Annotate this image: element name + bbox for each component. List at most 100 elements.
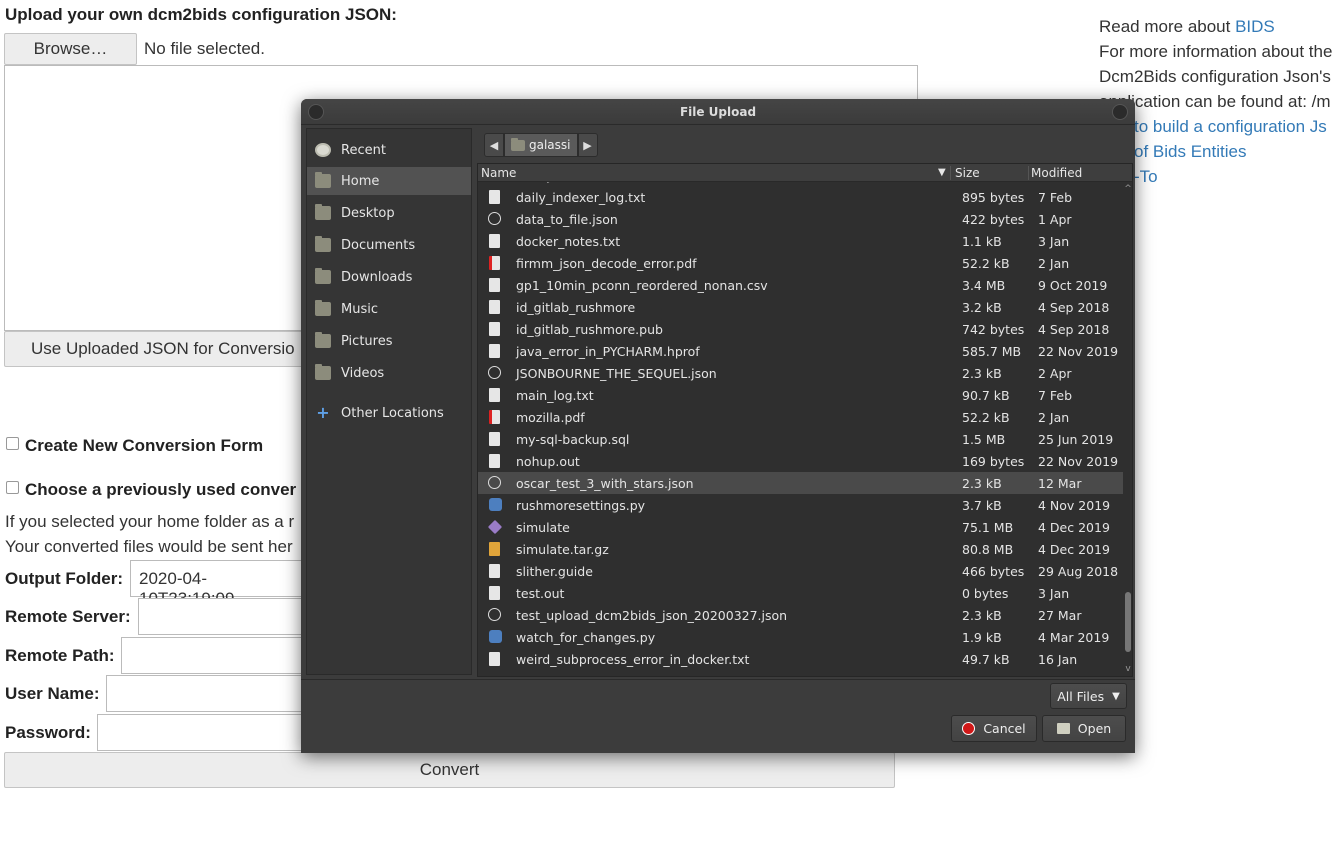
file-row[interactable]: slither.guide 466 bytes 29 Aug 2018: [478, 560, 1123, 582]
file-name: JSONBOURNE_THE_SEQUEL.json: [516, 366, 717, 381]
dialog-titlebar[interactable]: File Upload: [301, 99, 1135, 125]
scroll-up-icon[interactable]: ^: [1123, 184, 1132, 194]
use-uploaded-json-button[interactable]: Use Uploaded JSON for Conversio: [4, 331, 304, 367]
file-row[interactable]: test_upload_dcm2bids_json_20200327.json 2…: [478, 604, 1123, 626]
sidebar-item-label: Recent: [341, 142, 386, 158]
bids-link[interactable]: BIDS: [1235, 17, 1275, 36]
maximize-window-icon[interactable]: [1112, 104, 1128, 120]
file-name: simulate: [516, 520, 570, 535]
file-row[interactable]: java_error_in_PYCHARM.hprof 585.7 MB 22 No…: [478, 340, 1123, 362]
choose-previous-checkbox[interactable]: [6, 481, 19, 494]
sidebar-item-home[interactable]: Home: [307, 167, 471, 195]
sidebar-item-music[interactable]: Music: [307, 295, 471, 323]
file-name: simulate.tar.gz: [516, 542, 609, 557]
user-name-label: User Name:: [5, 684, 100, 703]
sidebar-item-label: Other Locations: [341, 405, 444, 421]
file-row[interactable]: data_to_file.json 422 bytes 1 Apr: [478, 208, 1123, 230]
py-file-icon: [489, 498, 502, 511]
file-row[interactable]: test.out 0 bytes 3 Jan: [478, 582, 1123, 604]
file-row[interactable]: weird_subprocess_error_in_docker.txt 49.7…: [478, 648, 1123, 670]
sidebar-item-label: Downloads: [341, 269, 413, 285]
file-size: 895 bytes: [962, 190, 1025, 205]
remote-server-input[interactable]: [138, 598, 310, 635]
file-filter-label: All Files: [1057, 688, 1105, 704]
py-file-icon: [489, 630, 502, 643]
file-name: id_gitlab_rushmore: [516, 300, 636, 315]
choose-previous-label: Choose a previously used conver: [25, 480, 297, 499]
file-modified: 3 Jan: [1038, 586, 1070, 601]
file-size: 4.8 kB: [962, 182, 1002, 183]
file-row[interactable]: nohup.out 169 bytes 22 Nov 2019: [478, 450, 1123, 472]
convert-button[interactable]: Convert: [4, 752, 895, 788]
file-name: firmm_json_decode_error.pdf: [516, 256, 697, 271]
file-row[interactable]: my-sql-backup.sql 1.5 MB 25 Jun 2019: [478, 428, 1123, 450]
file-list-scrollbar[interactable]: ^ v: [1123, 182, 1132, 676]
file-row[interactable]: main_log.txt 90.7 kB 7 Feb: [478, 384, 1123, 406]
file-size: 466 bytes: [962, 564, 1025, 579]
column-size-header[interactable]: Size: [955, 166, 980, 180]
open-button[interactable]: Open: [1042, 715, 1126, 742]
pictures-folder-icon: [315, 332, 331, 348]
file-size: 0 bytes: [962, 586, 1009, 601]
how-to-link[interactable]: -To: [1134, 164, 1158, 189]
sidebar-item-pictures[interactable]: Pictures: [307, 327, 471, 355]
downloads-folder-icon: [315, 268, 331, 284]
file-modified: 9 Oct 2019: [1038, 278, 1108, 293]
file-row[interactable]: simulate 75.1 MB 4 Dec 2019: [478, 516, 1123, 538]
info-side-line-2: For more information about the: [1099, 42, 1333, 61]
path-current-folder[interactable]: galassi: [504, 133, 578, 157]
user-name-input[interactable]: [106, 675, 310, 712]
chevron-down-icon: ▼: [1112, 690, 1120, 702]
file-modified: 1 Apr: [1038, 212, 1072, 227]
sidebar-item-label: Desktop: [341, 205, 395, 221]
scroll-down-icon[interactable]: v: [1123, 664, 1132, 674]
column-name-header[interactable]: Name: [481, 166, 516, 180]
browse-button[interactable]: Browse…: [4, 33, 137, 65]
output-folder-input[interactable]: 2020-04-10T23:19:09: [130, 560, 310, 608]
file-rows-viewport[interactable]: bashy.sh 4.8 kB 15 Dec 2019 daily_indexer_l…: [478, 182, 1123, 676]
info-line-2: Your converted files would be sent her: [5, 537, 293, 556]
path-forward-icon[interactable]: ▶: [577, 133, 598, 157]
file-modified: 4 Sep 2018: [1038, 300, 1110, 315]
file-row[interactable]: docker_notes.txt 1.1 kB 3 Jan: [478, 230, 1123, 252]
create-form-checkbox[interactable]: [6, 437, 19, 450]
cancel-icon: [962, 722, 976, 735]
file-row[interactable]: mozilla.pdf 52.2 kB 2 Jan: [478, 406, 1123, 428]
file-row[interactable]: JSONBOURNE_THE_SEQUEL.json 2.3 kB 2 Apr: [478, 362, 1123, 384]
file-modified: 2 Apr: [1038, 366, 1072, 381]
file-size: 1.5 MB: [962, 432, 1006, 447]
sidebar-item-desktop[interactable]: Desktop: [307, 199, 471, 227]
pdf-file-icon: [489, 410, 500, 424]
file-row[interactable]: gp1_10min_pconn_reordered_nonan.csv 3.4 M…: [478, 274, 1123, 296]
file-row[interactable]: id_gitlab_rushmore 3.2 kB 4 Sep 2018: [478, 296, 1123, 318]
file-filter-dropdown[interactable]: All Files ▼: [1050, 683, 1127, 709]
password-input[interactable]: [97, 714, 310, 751]
file-row[interactable]: firmm_json_decode_error.pdf 52.2 kB 2 Jan: [478, 252, 1123, 274]
remote-path-input[interactable]: [121, 637, 310, 674]
file-row[interactable]: watch_for_changes.py 1.9 kB 4 Mar 2019: [478, 626, 1123, 648]
sidebar-item-recent[interactable]: Recent: [307, 136, 471, 164]
sidebar-item-other-locations[interactable]: + Other Locations: [307, 399, 471, 427]
scrollbar-thumb[interactable]: [1125, 592, 1131, 652]
file-row[interactable]: rushmoresettings.py 3.7 kB 4 Nov 2019: [478, 494, 1123, 516]
column-modified-header[interactable]: Modified: [1031, 166, 1082, 180]
file-name: my-sql-backup.sql: [516, 432, 630, 447]
config-guide-link[interactable]: to build a configuration Js: [1134, 114, 1327, 139]
sidebar-item-videos[interactable]: Videos: [307, 359, 471, 387]
sidebar-item-downloads[interactable]: Downloads: [307, 263, 471, 291]
cancel-button[interactable]: Cancel: [951, 715, 1037, 742]
remote-server-label: Remote Server:: [5, 607, 131, 626]
file-size: 90.7 kB: [962, 388, 1010, 403]
open-folder-icon: [1056, 723, 1070, 734]
file-row[interactable]: simulate.tar.gz 80.8 MB 4 Dec 2019: [478, 538, 1123, 560]
file-row[interactable]: oscar_test_3_with_stars.json 2.3 kB 12 Mar: [478, 472, 1123, 494]
file-name: docker_notes.txt: [516, 234, 621, 249]
file-modified: 29 Aug 2018: [1038, 564, 1119, 579]
file-row[interactable]: daily_indexer_log.txt 895 bytes 7 Feb: [478, 186, 1123, 208]
plus-icon: +: [316, 403, 330, 422]
txt-file-icon: [489, 564, 500, 578]
path-back-icon[interactable]: ◀: [484, 133, 504, 157]
file-row[interactable]: id_gitlab_rushmore.pub 742 bytes 4 Sep 201…: [478, 318, 1123, 340]
sidebar-item-documents[interactable]: Documents: [307, 231, 471, 259]
bids-entities-link[interactable]: of Bids Entities: [1134, 139, 1246, 164]
